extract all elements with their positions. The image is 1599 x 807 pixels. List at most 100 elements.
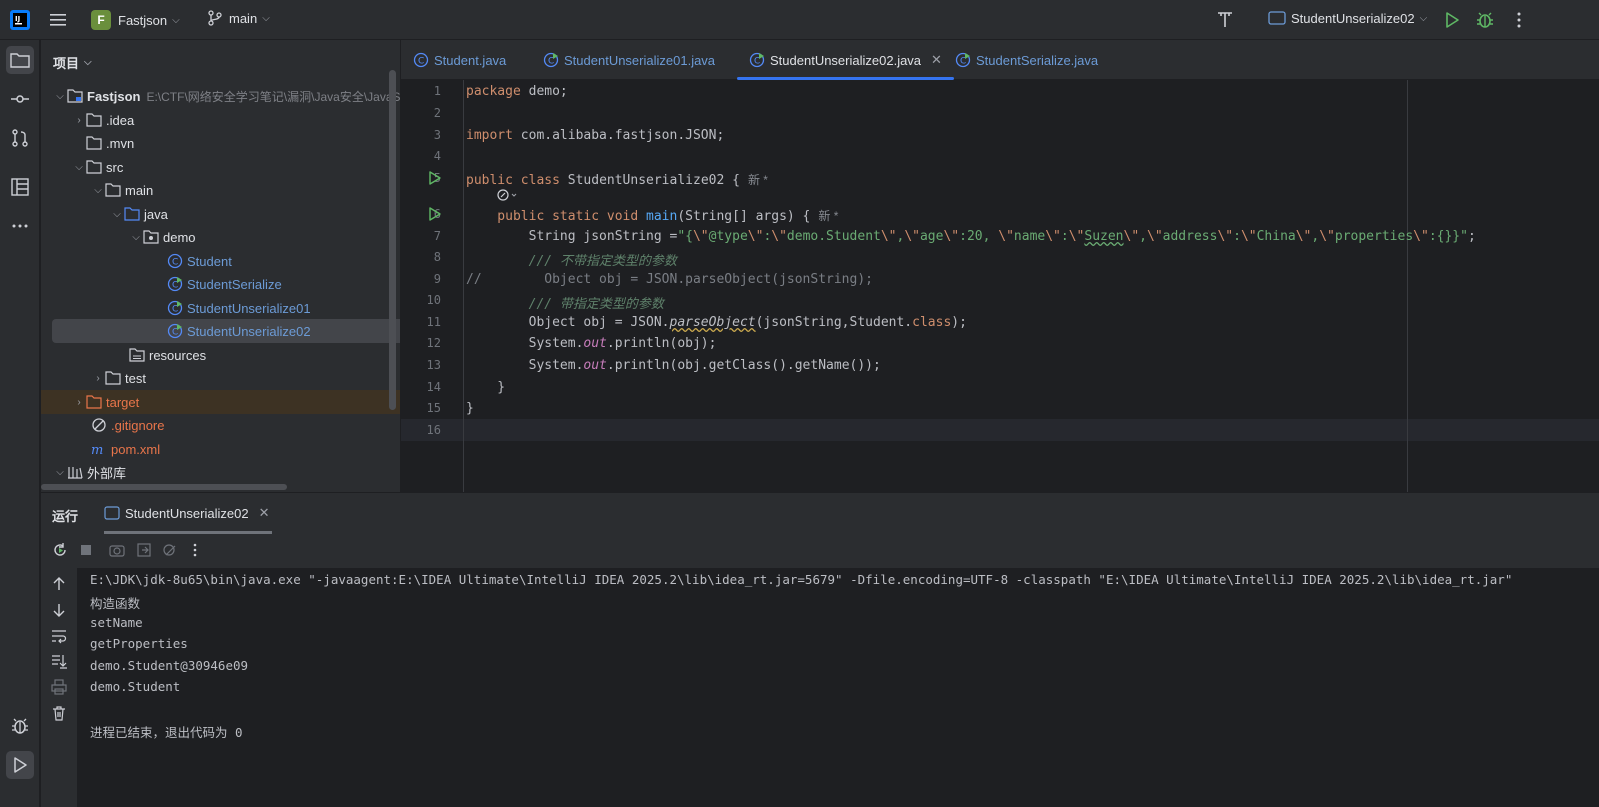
pull-requests-tool-button[interactable] bbox=[6, 124, 34, 152]
app-logo-icon[interactable]: IJ bbox=[10, 10, 30, 30]
structure-tool-button[interactable] bbox=[6, 173, 34, 201]
tree-path: E:\CTF\网络安全学习笔记\漏洞\Java安全\JavaS bbox=[146, 89, 400, 104]
debug-button[interactable] bbox=[1475, 10, 1495, 30]
code-line-7: String jsonString ="{\"@type\":\"demo.St… bbox=[466, 229, 1476, 244]
code-editor[interactable]: 1 2 3 4 5 6 7 8 9 10 11 12 13 14 15 16 p… bbox=[401, 80, 1599, 492]
tree-root-fastjson[interactable]: ⌵ Fastjson E:\CTF\网络安全学习笔记\漏洞\Java安全\Jav… bbox=[41, 84, 400, 108]
expand-arrow-icon[interactable]: ⌵ bbox=[129, 232, 143, 243]
branch-switcher[interactable]: main ⌵ bbox=[207, 10, 270, 26]
folder-icon bbox=[86, 135, 102, 151]
tree-item-studentunserialize02[interactable]: C StudentUnserialize02 bbox=[52, 319, 400, 343]
tree-item-pom[interactable]: m pom.xml bbox=[41, 437, 400, 461]
tree-item-external-libraries[interactable]: ⌵ 外部库 bbox=[41, 460, 400, 484]
tree-item-target[interactable]: › target bbox=[41, 390, 400, 414]
right-margin-guide bbox=[1407, 80, 1408, 492]
tree-label: .mvn bbox=[106, 135, 135, 151]
line-number: 2 bbox=[433, 106, 441, 120]
tab-label: Student.java bbox=[434, 52, 507, 68]
console-line: 进程已结束，退出代码为 0 bbox=[90, 725, 243, 740]
console-line: 构造函数 bbox=[90, 596, 141, 611]
folder-icon bbox=[86, 159, 102, 175]
console-output[interactable]: E:\JDK\jdk-8u65\bin\java.exe "-javaagent… bbox=[77, 568, 1599, 807]
run-button[interactable] bbox=[1442, 10, 1462, 30]
tree-item-main[interactable]: ⌵ main bbox=[41, 178, 400, 202]
tree-label: Student bbox=[187, 253, 232, 269]
module-folder-icon bbox=[67, 88, 83, 104]
expand-arrow-icon[interactable]: ⌵ bbox=[53, 467, 67, 478]
tree-item-test[interactable]: › test bbox=[41, 366, 400, 390]
maven-icon: m bbox=[91, 441, 107, 457]
run-config-selector[interactable]: StudentUnserialize02 ⌵ bbox=[1268, 10, 1427, 26]
expand-arrow-icon[interactable]: › bbox=[72, 115, 86, 126]
line-number: 11 bbox=[426, 315, 441, 329]
tree-label: .gitignore bbox=[111, 417, 165, 433]
new-hint[interactable]: 新 * bbox=[748, 173, 768, 187]
tab-label: StudentUnserialize01.java bbox=[564, 52, 716, 68]
tree-label: StudentSerialize bbox=[187, 276, 282, 292]
console-line: setName bbox=[90, 615, 143, 630]
stop-icon[interactable] bbox=[78, 542, 94, 558]
print-icon[interactable] bbox=[51, 679, 67, 695]
tree-item-demo[interactable]: ⌵ demo bbox=[41, 225, 400, 249]
more-options-icon[interactable] bbox=[187, 542, 203, 558]
rerun-icon[interactable] bbox=[52, 542, 68, 558]
scroll-to-end-icon[interactable] bbox=[51, 653, 67, 669]
debug-tool-button[interactable] bbox=[6, 712, 34, 740]
tree-item-student[interactable]: C Student bbox=[41, 249, 400, 273]
down-arrow-icon[interactable] bbox=[51, 602, 67, 618]
tree-item-idea[interactable]: › .idea bbox=[41, 108, 400, 132]
expand-arrow-icon[interactable]: ⌵ bbox=[91, 185, 105, 196]
tab-studentunserialize02[interactable]: C StudentUnserialize02.java ✕ bbox=[737, 40, 954, 80]
tab-student[interactable]: C Student.java bbox=[413, 40, 506, 80]
expand-arrow-icon[interactable]: ⌵ bbox=[110, 209, 124, 220]
line-number: 7 bbox=[433, 229, 441, 243]
close-icon[interactable]: ✕ bbox=[931, 52, 942, 68]
gutter-divider bbox=[463, 80, 464, 492]
more-tools-icon[interactable] bbox=[6, 212, 34, 240]
project-tool-button[interactable] bbox=[6, 46, 34, 74]
tree-item-src[interactable]: ⌵ src bbox=[41, 155, 400, 179]
author-hint-icon[interactable] bbox=[497, 188, 519, 202]
soft-wrap-icon[interactable] bbox=[51, 628, 67, 644]
tree-label: .idea bbox=[106, 112, 135, 128]
tree-item-studentunserialize01[interactable]: C StudentUnserialize01 bbox=[41, 296, 400, 320]
tree-item-studentserialize[interactable]: C StudentSerialize bbox=[41, 272, 400, 296]
more-actions-icon[interactable] bbox=[1509, 10, 1529, 30]
tree-item-resources[interactable]: resources bbox=[41, 343, 400, 367]
run-tool-button[interactable] bbox=[6, 751, 34, 779]
line-number: 12 bbox=[426, 336, 441, 350]
expand-arrow-icon[interactable]: › bbox=[91, 373, 105, 384]
exit-icon[interactable] bbox=[136, 542, 152, 558]
folder-icon bbox=[105, 182, 121, 198]
new-hint[interactable]: 新 * bbox=[818, 209, 838, 223]
run-gutter-icon[interactable] bbox=[428, 207, 442, 221]
tab-studentunserialize01[interactable]: C StudentUnserialize01.java bbox=[543, 40, 715, 80]
tree-item-java[interactable]: ⌵ java bbox=[41, 202, 400, 226]
threads-icon[interactable] bbox=[162, 542, 178, 558]
line-number: 10 bbox=[426, 293, 441, 307]
expand-arrow-icon[interactable]: ⌵ bbox=[72, 162, 86, 173]
expand-arrow-icon[interactable]: › bbox=[72, 397, 86, 408]
console-line: getProperties bbox=[90, 636, 188, 651]
camera-icon[interactable] bbox=[109, 542, 125, 558]
tree-label: StudentUnserialize01 bbox=[187, 300, 311, 316]
run-gutter-icon[interactable] bbox=[428, 171, 442, 185]
main-menu-icon[interactable] bbox=[48, 10, 68, 30]
expand-arrow-icon[interactable]: ⌵ bbox=[53, 91, 67, 102]
up-arrow-icon[interactable] bbox=[51, 576, 67, 592]
project-panel-header[interactable]: 项目 ⌵ bbox=[53, 53, 92, 72]
commit-tool-button[interactable] bbox=[6, 85, 34, 113]
package-icon bbox=[143, 229, 159, 245]
run-tab-label: StudentUnserialize02 bbox=[125, 505, 249, 521]
project-switcher[interactable]: F Fastjson ⌵ bbox=[91, 10, 180, 30]
tree-item-mvn[interactable]: .mvn bbox=[41, 131, 400, 155]
horizontal-scrollbar[interactable] bbox=[41, 484, 287, 490]
current-line-highlight bbox=[401, 419, 1599, 441]
close-icon[interactable]: ✕ bbox=[259, 505, 270, 521]
run-tab[interactable]: StudentUnserialize02 ✕ bbox=[104, 505, 269, 521]
tree-item-gitignore[interactable]: .gitignore bbox=[41, 413, 400, 437]
code-with-me-icon[interactable] bbox=[1215, 10, 1235, 30]
vertical-scrollbar[interactable] bbox=[389, 70, 396, 410]
trash-icon[interactable] bbox=[51, 705, 67, 721]
tab-studentserialize[interactable]: C StudentSerialize.java bbox=[955, 40, 1098, 80]
